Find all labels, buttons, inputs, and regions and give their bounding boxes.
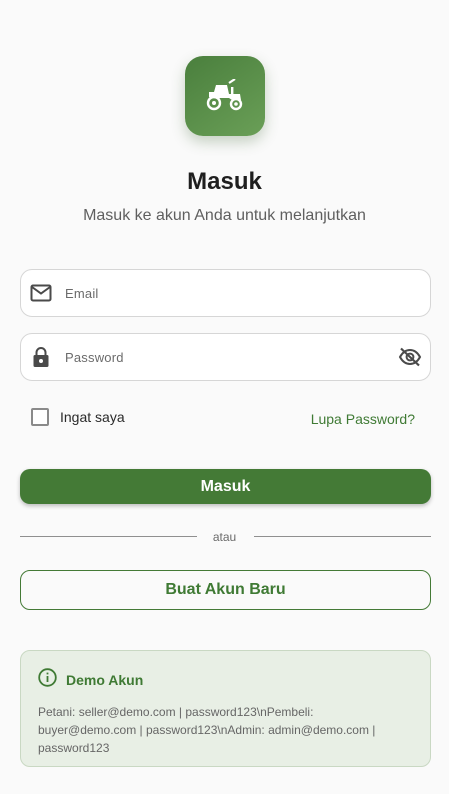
email-icon	[21, 284, 61, 302]
forgot-password-link[interactable]: Lupa Password?	[311, 411, 415, 427]
page-subtitle: Masuk ke akun Anda untuk melanjutkan	[83, 207, 366, 224]
remember-checkbox[interactable]	[31, 408, 49, 426]
demo-title: Demo Akun	[66, 672, 144, 688]
demo-header: Demo Akun	[38, 668, 414, 692]
lock-icon	[21, 346, 61, 368]
app-logo	[185, 56, 265, 136]
email-input[interactable]	[61, 285, 430, 301]
demo-credentials: Petani: seller@demo.com | password123\nP…	[38, 705, 376, 755]
page-title: Masuk	[187, 168, 262, 195]
remember-label: Ingat saya	[60, 409, 125, 425]
password-field[interactable]	[20, 333, 431, 381]
remember-me[interactable]: Ingat saya	[31, 408, 125, 426]
demo-accounts-card: Demo Akun Petani: seller@demo.com | pass…	[20, 650, 431, 767]
email-field[interactable]	[20, 269, 431, 317]
divider-label: atau	[212, 530, 237, 544]
password-input[interactable]	[61, 349, 390, 365]
info-icon	[38, 668, 57, 692]
login-page: Masuk Masuk ke akun Anda untuk melanjutk…	[0, 0, 449, 794]
divider-line-right	[254, 536, 431, 537]
tractor-icon	[206, 79, 243, 111]
login-button[interactable]: Masuk	[20, 469, 431, 504]
register-button[interactable]: Buat Akun Baru	[20, 570, 431, 610]
visibility-off-icon[interactable]	[390, 347, 430, 367]
